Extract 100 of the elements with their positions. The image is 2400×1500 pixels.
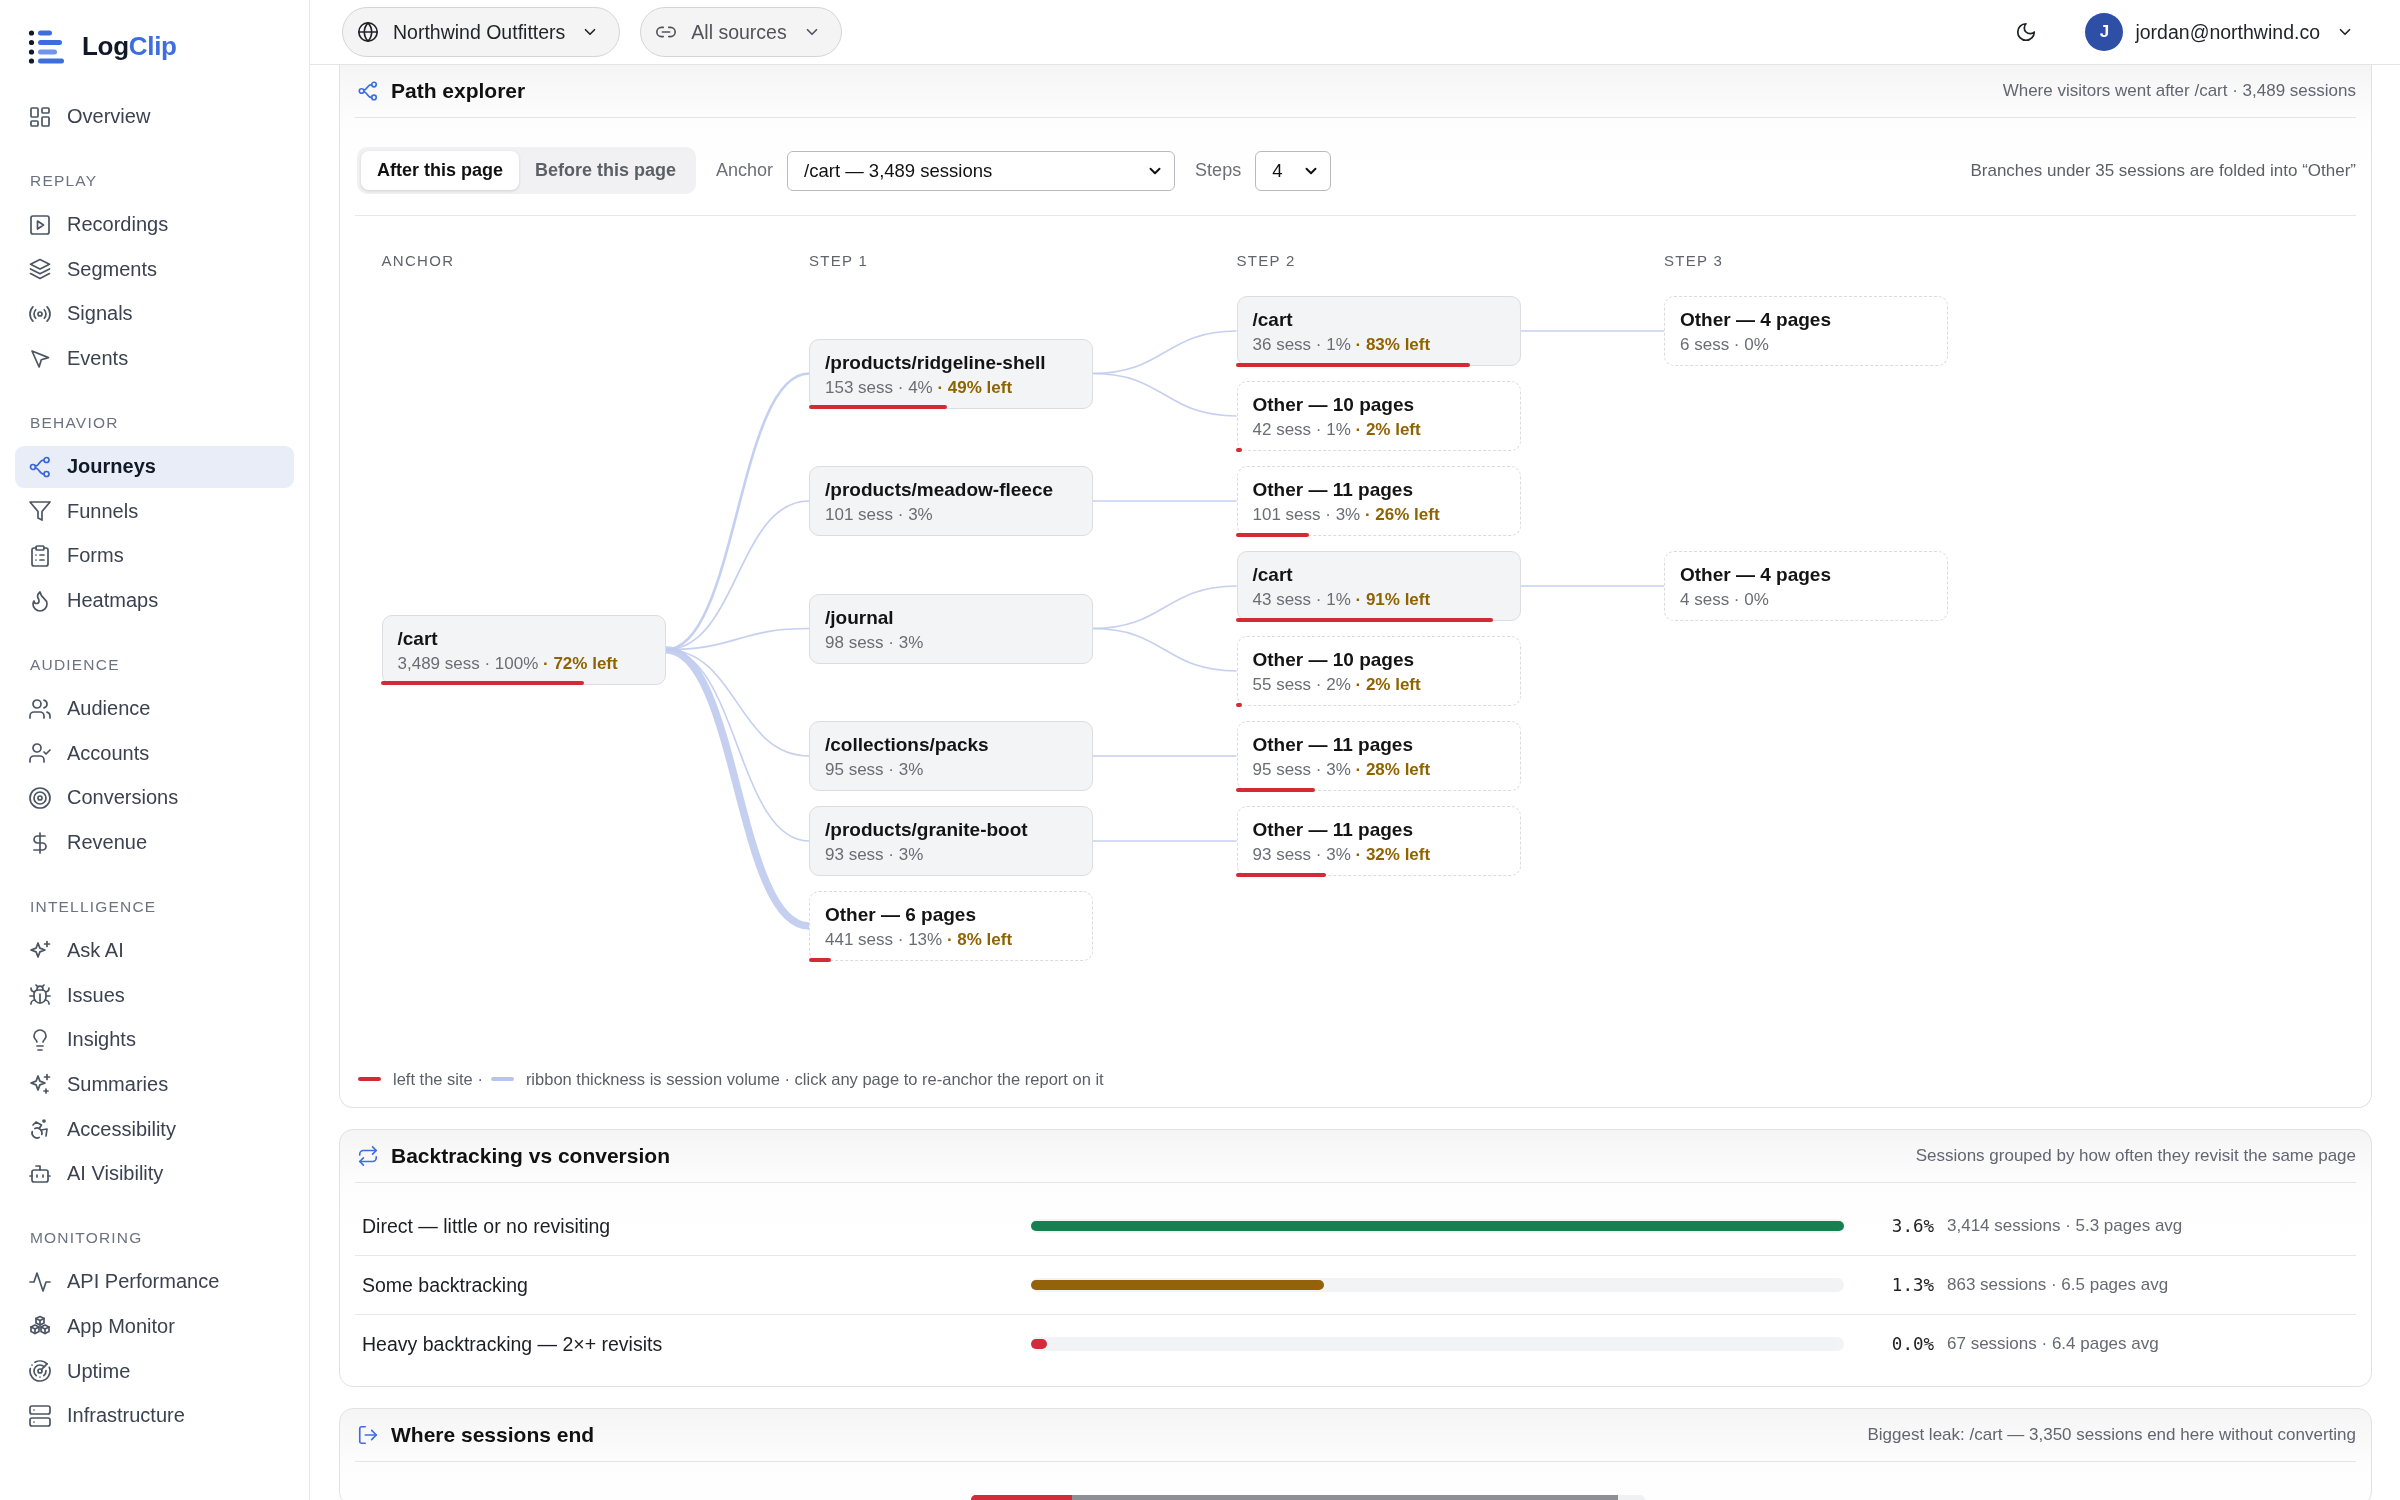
page-node[interactable]: /cart 3,489 sess · 100% · 72% left — [381, 614, 666, 685]
exit-line-icon — [358, 1077, 381, 1081]
legend-label: left the site · — [393, 1069, 483, 1089]
node-title: Other — 6 pages — [825, 903, 977, 926]
nav-item[interactable]: Recordings — [15, 203, 294, 246]
page-node[interactable]: /cart 43 sess · 1% · 91% left — [1236, 551, 1521, 621]
node-stats: 42 sess · 1% · 2% left — [1252, 419, 1422, 440]
node-title: /products/granite-boot — [825, 818, 1029, 841]
nav-item[interactable]: App Monitor — [15, 1305, 294, 1348]
page-node[interactable]: /journal 98 sess · 3% — [809, 593, 1093, 664]
folding-note: Branches under 35 sessions are folded into “Other” — [1970, 160, 2356, 181]
node-title: /cart — [1252, 563, 1294, 586]
globe-icon — [357, 21, 379, 43]
node-title: /cart — [397, 626, 439, 650]
column-heading: STEP 3 — [1664, 252, 1724, 270]
nav-item[interactable]: Signals — [15, 292, 294, 335]
nav-item[interactable]: Accounts — [15, 732, 294, 775]
pulse-icon — [28, 1269, 52, 1294]
page-node[interactable]: /cart 36 sess · 1% · 83% left — [1236, 296, 1521, 366]
nav-item[interactable]: Uptime — [15, 1350, 294, 1393]
section-heading: INTELLIGENCE — [29, 897, 158, 918]
nav-item[interactable]: Ask AI — [15, 929, 294, 972]
nodes-icon — [28, 454, 52, 479]
node-stats: 95 sess · 3% · 28% left — [1252, 759, 1432, 780]
clipboard-icon — [28, 543, 52, 568]
node-stats: 153 sess · 4% · 49% left — [825, 376, 1014, 398]
node-stats: 95 sess · 3% — [825, 759, 925, 780]
node-title: Other — 4 pages — [1680, 308, 1832, 331]
nav-item[interactable]: Accessibility — [15, 1108, 294, 1151]
nav-item[interactable]: Summaries — [15, 1063, 294, 1106]
nav-item[interactable]: Insights — [15, 1018, 294, 1061]
nodes-icon — [357, 80, 379, 102]
direction-tab[interactable]: Before this page — [519, 151, 693, 190]
node-title: Other — 4 pages — [1680, 563, 1832, 586]
log-out-icon — [357, 1424, 379, 1446]
bug-icon — [28, 983, 52, 1008]
card-title: Backtracking vs conversion — [391, 1144, 670, 1168]
node-stats: 93 sess · 3% — [825, 844, 925, 865]
node-stats: 98 sess · 3% — [825, 631, 925, 653]
grouped-pages-node[interactable]: Other — 10 pages 55 sess · 2% · 2% left — [1236, 636, 1521, 706]
grouped-pages-node[interactable]: Other — 4 pages 6 sess · 0% — [1664, 296, 1948, 366]
nav-item[interactable]: AI Visibility — [15, 1152, 294, 1195]
dashboard-icon — [28, 104, 52, 129]
nav-item[interactable]: Conversions — [15, 776, 294, 819]
node-title: /products/meadow-fleece — [825, 478, 1055, 501]
nav-item[interactable]: Heatmaps — [15, 579, 294, 622]
users-icon — [28, 696, 52, 721]
section-heading: BEHAVIOR — [29, 413, 120, 434]
grouped-pages-node[interactable]: Other — 11 pages 95 sess · 3% · 28% left — [1236, 721, 1521, 791]
nav-item[interactable]: Audience — [15, 687, 294, 730]
nav-item[interactable]: Overview — [15, 95, 294, 138]
page-node[interactable]: /collections/packs 95 sess · 3% — [809, 721, 1093, 791]
page-node[interactable]: /products/meadow-fleece 101 sess · 3% — [809, 466, 1093, 536]
steps-select[interactable]: 4 — [1255, 150, 1332, 191]
node-stats: 4 sess · 0% — [1680, 589, 1770, 610]
avatar[interactable]: J — [2085, 13, 2124, 51]
section-heading: MONITORING — [29, 1228, 144, 1249]
row-label: Heavy backtracking — 2×+ revisits — [362, 1332, 664, 1356]
nav-item[interactable]: Forms — [15, 534, 294, 577]
node-title: Other — 11 pages — [1252, 733, 1414, 756]
conversion-rate: 0.0% — [1890, 1334, 1934, 1354]
nav-item[interactable]: Revenue — [15, 821, 294, 864]
nav-item[interactable]: Journeys — [15, 445, 294, 488]
row-details: 67 sessions · 6.4 pages avg — [1947, 1334, 2159, 1354]
node-title: Other — 11 pages — [1252, 478, 1414, 501]
direction-tab[interactable]: After this page — [361, 151, 520, 190]
repeat-icon — [357, 1145, 379, 1167]
nav-item[interactable]: Funnels — [15, 490, 294, 533]
conversion-rate: 3.6% — [1890, 1216, 1934, 1236]
grouped-pages-node[interactable]: Other — 11 pages 101 sess · 3% · 26% left — [1236, 466, 1521, 536]
nav-item[interactable]: Segments — [15, 248, 294, 291]
sparkles-icon — [28, 1072, 52, 1097]
row-label: Direct — little or no revisiting — [362, 1214, 612, 1238]
node-stats: 36 sess · 1% · 83% left — [1252, 334, 1432, 355]
source-filter[interactable]: All sources — [640, 7, 842, 57]
row-label: Some backtracking — [362, 1273, 529, 1297]
nav-item[interactable]: API Performance — [15, 1260, 294, 1303]
radar-icon — [28, 1359, 52, 1384]
grouped-pages-node[interactable]: Other — 10 pages 42 sess · 1% · 2% left — [1236, 381, 1521, 451]
grouped-pages-node[interactable]: Other — 4 pages 4 sess · 0% — [1664, 551, 1948, 621]
card-summary: Biggest leak: /cart — 3,350 sessions end here without converting — [1867, 1425, 2356, 1445]
target-icon — [28, 785, 52, 810]
anchor-select[interactable]: /cart — 3,489 sessions — [787, 150, 1176, 191]
node-stats: 93 sess · 3% · 32% left — [1252, 844, 1432, 865]
node-title: Other — 10 pages — [1252, 648, 1416, 671]
nav-item[interactable]: Events — [15, 337, 294, 380]
nav-item[interactable]: Issues — [15, 974, 294, 1017]
user-email[interactable]: jordan@northwind.co — [2135, 20, 2320, 44]
nav-item[interactable]: Infrastructure — [15, 1394, 294, 1437]
node-stats: 441 sess · 13% · 8% left — [825, 929, 1014, 950]
moon-icon[interactable] — [2015, 21, 2038, 43]
page-node[interactable]: /products/granite-boot 93 sess · 3% — [809, 806, 1093, 876]
node-title: Other — 11 pages — [1252, 818, 1414, 841]
grouped-pages-node[interactable]: Other — 6 pages 441 sess · 13% · 8% left — [809, 891, 1093, 961]
column-heading: STEP 1 — [809, 252, 869, 270]
page-node[interactable]: /products/ridgeline-shell 153 sess · 4% · 49% left — [809, 338, 1093, 409]
workspace-selector[interactable]: Northwind Outfitters — [342, 7, 621, 57]
user-check-icon — [28, 741, 52, 766]
grouped-pages-node[interactable]: Other — 11 pages 93 sess · 3% · 32% left — [1236, 806, 1521, 876]
server-icon — [28, 1403, 52, 1428]
